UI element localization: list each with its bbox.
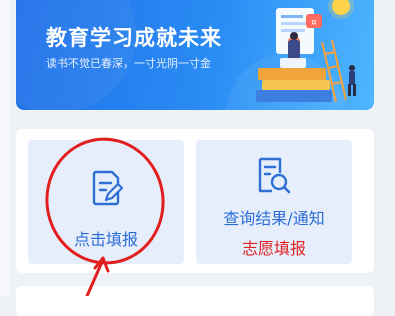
search-document-icon (258, 157, 291, 194)
banner-title: 教育学习成就未来 (46, 26, 222, 50)
banner-subtitle: 读书不觉已春深，一寸光阴一寸金 (46, 57, 211, 70)
query-results-label: 查询结果/通知 (223, 209, 325, 228)
volunteer-fill-label: 志愿填报 (241, 239, 306, 258)
hero-banner: 教育学习成就未来 读书不觉已春深，一寸光阴一寸金 ¤ (16, 0, 374, 110)
next-card (16, 286, 374, 316)
svg-text:¤: ¤ (311, 18, 317, 28)
left-edge-strip (0, 0, 10, 296)
fill-in-label: 点击填报 (73, 230, 138, 249)
study-illustration: ¤ (256, 0, 356, 103)
edit-form-icon (92, 170, 124, 206)
actions-card: 点击填报 查询结果/通知 志愿填报 (16, 129, 374, 273)
query-results-tile[interactable]: 查询结果/通知 志愿填报 (196, 140, 352, 264)
fill-in-tile[interactable]: 点击填报 (28, 140, 184, 264)
